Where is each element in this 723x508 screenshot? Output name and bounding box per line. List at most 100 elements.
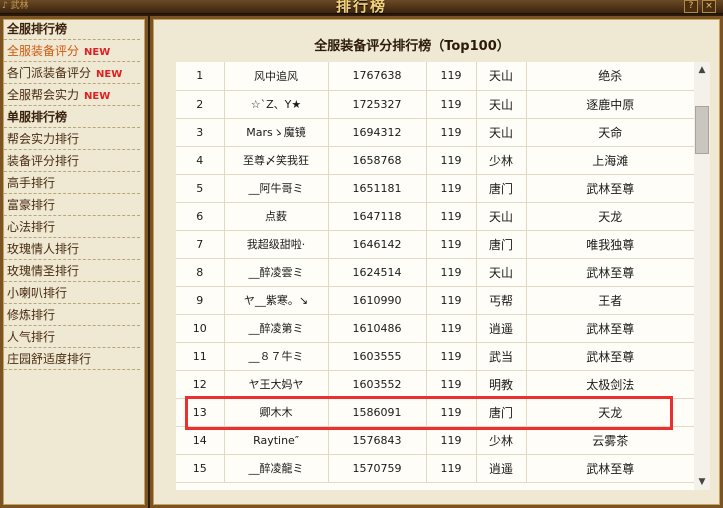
sidebar-item[interactable]: 庄园舒适度排行	[4, 348, 140, 370]
table-row[interactable]: 15 __醉凌龍ミ 1570759 119 逍遥 武林至尊	[176, 454, 694, 483]
cell-title: 武林至尊	[526, 258, 694, 287]
sidebar-item-label: 全服装备评分	[7, 44, 80, 58]
cell-school: 天山	[476, 90, 527, 119]
sidebar-item-label: 全服排行榜	[7, 22, 68, 36]
cell-rank: 1	[176, 62, 225, 91]
cell-score: 1570759	[328, 454, 427, 483]
table-row[interactable]: 12 ヤ王大妈ヤ 1603552 119 明教 太极剑法	[176, 370, 694, 399]
cell-level: 119	[426, 230, 477, 259]
sidebar-item[interactable]: 玫瑰情人排行	[4, 238, 140, 260]
cell-level: 119	[426, 118, 477, 147]
table-row[interactable]: 7 我超级甜啦· 1646142 119 唐门 唯我独尊	[176, 230, 694, 259]
sidebar-item-label: 全服帮会实力	[7, 88, 80, 102]
help-button[interactable]: ?	[684, 0, 698, 13]
cell-school: 逍遥	[476, 454, 527, 483]
table-row[interactable]: 10 __醉凌第ミ 1610486 119 逍遥 武林至尊	[176, 314, 694, 343]
ranking-category-menu: 全服排行榜 全服装备评分 NEW 各门派装备评分 NEW 全服帮会实力 NEW 单服排行榜 帮会…	[4, 18, 140, 370]
cell-score: 1576843	[328, 426, 427, 455]
cell-name: __醉凌第ミ	[224, 314, 329, 343]
sidebar-item[interactable]: 心法排行	[4, 216, 140, 238]
sidebar-item[interactable]: 全服帮会实力 NEW	[4, 84, 140, 106]
cell-rank: 4	[176, 146, 225, 175]
sidebar-item[interactable]: 装备评分排行	[4, 150, 140, 172]
cell-score: 1658768	[328, 146, 427, 175]
cell-name: 点薮	[224, 202, 329, 231]
scroll-down-arrow-icon[interactable]: ▼	[694, 474, 710, 490]
cell-rank: 15	[176, 454, 225, 483]
cell-name: 至尊〆笑我狂	[224, 146, 329, 175]
cell-score: 1767638	[328, 62, 427, 91]
close-button[interactable]: ×	[702, 0, 716, 13]
cell-name: Marsゝ魔镜	[224, 118, 329, 147]
table-row[interactable]: 11 __８７牛ミ 1603555 119 武当 武林至尊	[176, 342, 694, 371]
cell-title: 云雾茶	[526, 426, 694, 455]
sidebar-item-label: 玫瑰情圣排行	[7, 264, 80, 278]
cell-name: 风中追风	[224, 62, 329, 91]
sidebar-item[interactable]: 人气排行	[4, 326, 140, 348]
sidebar-item-label: 人气排行	[7, 330, 56, 344]
cell-title: 太极剑法	[526, 370, 694, 399]
sidebar-item-label: 装备评分排行	[7, 154, 80, 168]
cell-level: 119	[426, 314, 477, 343]
cell-score: 1610486	[328, 314, 427, 343]
sidebar-item-label: 修炼排行	[7, 308, 56, 322]
cell-score: 1610990	[328, 286, 427, 315]
sidebar-item[interactable]: 小喇叭排行	[4, 282, 140, 304]
cell-rank: 2	[176, 90, 225, 119]
cell-rank: 7	[176, 230, 225, 259]
cell-score: 1624514	[328, 258, 427, 287]
sidebar-section-header: 全服排行榜	[4, 18, 140, 40]
sidebar-section-header: 单服排行榜	[4, 106, 140, 128]
cell-title: 王者	[526, 286, 694, 315]
cell-school: 天山	[476, 258, 527, 287]
cell-title: 逐鹿中原	[526, 90, 694, 119]
new-badge: NEW	[84, 47, 111, 58]
cell-rank: 9	[176, 286, 225, 315]
cell-school: 少林	[476, 426, 527, 455]
table-row[interactable]: 3 Marsゝ魔镜 1694312 119 天山 天命	[176, 118, 694, 147]
sidebar-item-label: 高手排行	[7, 176, 56, 190]
cell-level: 119	[426, 174, 477, 203]
cell-level: 119	[426, 426, 477, 455]
sidebar-item[interactable]: 全服装备评分 NEW	[4, 40, 140, 62]
table-row[interactable]: 5 __阿牛哥ミ 1651181 119 唐门 武林至尊	[176, 174, 694, 203]
cell-rank: 5	[176, 174, 225, 203]
cell-score: 1725327	[328, 90, 427, 119]
scroll-thumb[interactable]	[695, 106, 709, 154]
sidebar-item-label: 庄园舒适度排行	[7, 352, 92, 366]
table-row[interactable]: 2 ☆ˋZ、Y★ 1725327 119 天山 逐鹿中原	[176, 90, 694, 119]
cell-school: 丐帮	[476, 286, 527, 315]
sidebar-item[interactable]: 富豪排行	[4, 194, 140, 216]
table-row[interactable]: 1 风中追风 1767638 119 天山 绝杀	[176, 62, 694, 91]
ranking-title: 全服装备评分排行榜（Top100）	[314, 39, 510, 54]
cell-level: 119	[426, 62, 477, 91]
cell-name: __醉凌雲ミ	[224, 258, 329, 287]
new-badge: NEW	[96, 69, 123, 80]
scroll-up-arrow-icon[interactable]: ▲	[694, 62, 710, 78]
title-bar: ♪ 武林 排行榜 ? ×	[0, 0, 723, 15]
cell-title: 武林至尊	[526, 314, 694, 343]
cell-rank: 6	[176, 202, 225, 231]
sidebar-item[interactable]: 修炼排行	[4, 304, 140, 326]
cell-rank: 3	[176, 118, 225, 147]
table-row[interactable]: 9 ヤ__紫寒。↘ 1610990 119 丐帮 王者	[176, 286, 694, 315]
sidebar-item-label: 小喇叭排行	[7, 286, 68, 300]
cell-score: 1694312	[328, 118, 427, 147]
cell-name: __醉凌龍ミ	[224, 454, 329, 483]
sidebar-item[interactable]: 高手排行	[4, 172, 140, 194]
sidebar-item[interactable]: 各门派装备评分 NEW	[4, 62, 140, 84]
table-row[interactable]: 8 __醉凌雲ミ 1624514 119 天山 武林至尊	[176, 258, 694, 287]
table-row[interactable]: 14 Raytine″ 1576843 119 少林 云雾茶	[176, 426, 694, 455]
sidebar-item[interactable]: 玫瑰情圣排行	[4, 260, 140, 282]
table-row[interactable]: 4 至尊〆笑我狂 1658768 119 少林 上海滩	[176, 146, 694, 175]
vertical-scrollbar[interactable]: ▲ ▼	[694, 62, 710, 490]
cell-title: 上海滩	[526, 146, 694, 175]
cell-rank: 8	[176, 258, 225, 287]
sidebar-item[interactable]: 帮会实力排行	[4, 128, 140, 150]
cell-title: 武林至尊	[526, 454, 694, 483]
cell-name: Raytine″	[224, 426, 329, 455]
cell-school: 天山	[476, 62, 527, 91]
cell-title: 武林至尊	[526, 174, 694, 203]
sidebar-item-label: 心法排行	[7, 220, 56, 234]
table-row[interactable]: 6 点薮 1647118 119 天山 天龙	[176, 202, 694, 231]
